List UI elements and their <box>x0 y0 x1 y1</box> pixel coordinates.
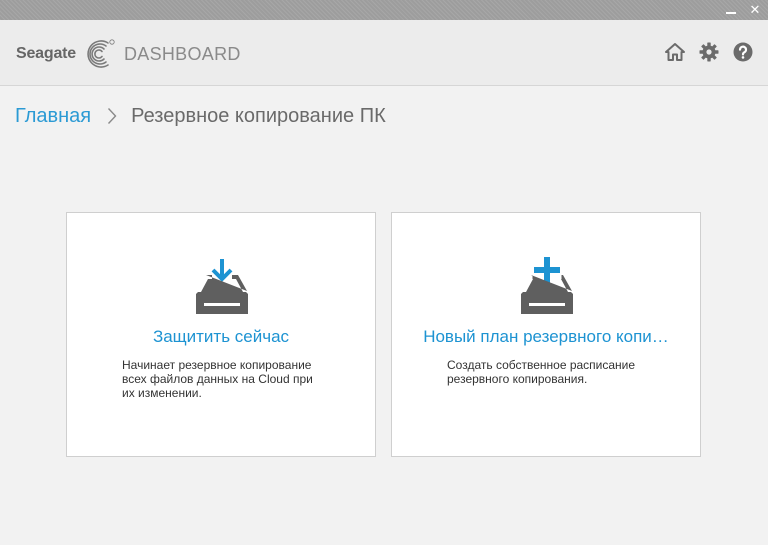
title-bar[interactable]: ✕ <box>0 0 768 20</box>
gear-icon <box>699 42 719 62</box>
protect-now-card[interactable]: Защитить сейчас Начинает резервное копир… <box>66 212 376 457</box>
breadcrumb: Главная Резервное копирование ПК <box>15 103 386 129</box>
seagate-swirl-icon <box>87 39 115 68</box>
home-button[interactable] <box>664 41 686 63</box>
chevron-right-icon <box>101 106 123 126</box>
app-header: Seagate DASHBOARD <box>0 20 768 86</box>
breadcrumb-current: Резервное копирование ПК <box>131 104 386 127</box>
minimize-icon <box>726 12 736 14</box>
breadcrumb-home-link[interactable]: Главная <box>15 105 91 128</box>
product-name: DASHBOARD <box>123 43 241 64</box>
card-title: Новый план резервного копи… <box>423 327 669 346</box>
minimize-button[interactable] <box>722 1 740 19</box>
home-icon <box>665 43 685 61</box>
download-tray-icon <box>196 259 248 314</box>
help-button[interactable] <box>732 41 754 63</box>
window-controls: ✕ <box>722 0 764 20</box>
card-description: Создать собственное расписание резервног… <box>447 358 636 386</box>
header-toolbar <box>664 41 754 63</box>
help-icon <box>733 42 753 62</box>
seagate-logo: Seagate DASHBOARD <box>16 36 241 72</box>
new-backup-plan-card[interactable]: Новый план резервного копи… Создать собс… <box>391 212 701 457</box>
card-title: Защитить сейчас <box>152 327 290 346</box>
close-button[interactable]: ✕ <box>746 1 764 19</box>
brand-name: Seagate <box>16 45 76 62</box>
settings-button[interactable] <box>698 41 720 63</box>
card-description: Начинает резервное копирование всех файл… <box>122 358 313 400</box>
add-tray-icon <box>521 257 573 314</box>
